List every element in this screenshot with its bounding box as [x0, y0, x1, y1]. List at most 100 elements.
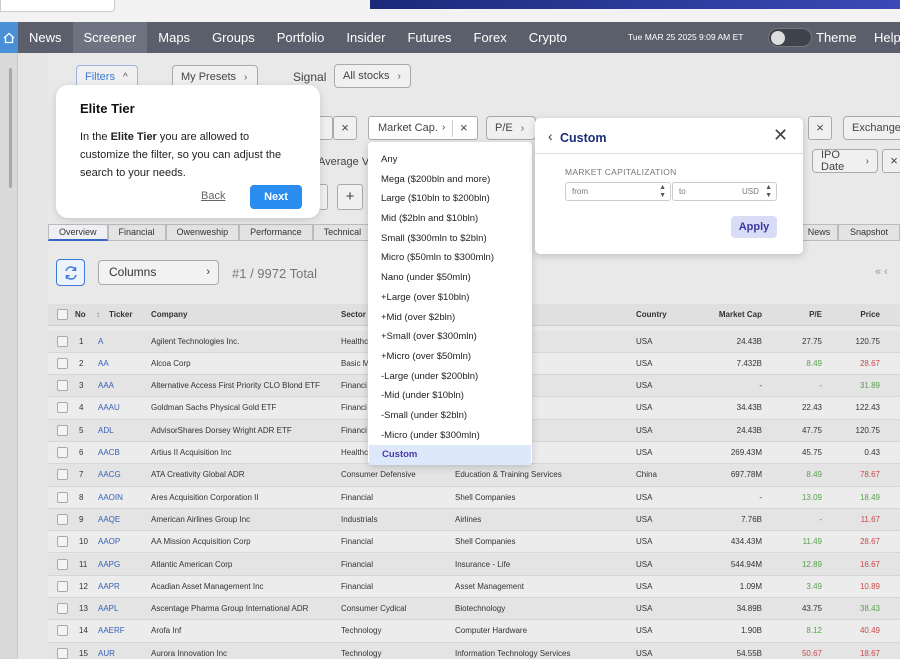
columns-button[interactable]: Columns › — [98, 260, 219, 285]
pe-filter[interactable]: P/E › — [486, 116, 536, 140]
theme-toggle[interactable] — [768, 28, 812, 47]
col-price[interactable]: Price — [849, 304, 880, 326]
row-ticker[interactable]: AACB — [98, 442, 120, 464]
row-checkbox[interactable] — [57, 558, 68, 570]
market-cap-filter[interactable]: Market Cap. › × — [368, 116, 478, 140]
market-cap-option[interactable]: -Small (under $2bln) — [368, 406, 532, 426]
close-icon[interactable]: × — [808, 116, 832, 140]
table-row[interactable]: 14 AAERF Arofa Inf Technology Computer Hardw… — [48, 620, 900, 643]
col-market-cap[interactable]: Market Cap — [688, 304, 762, 326]
signal-select[interactable]: All stocks › — [334, 64, 411, 88]
row-ticker[interactable]: AA — [98, 353, 109, 375]
row-checkbox[interactable] — [57, 491, 68, 503]
tab-performance[interactable]: Performance — [239, 224, 313, 241]
nav-item-crypto[interactable]: Crypto — [518, 22, 578, 53]
market-cap-option[interactable]: Small ($300mln to $2bln) — [368, 229, 532, 249]
table-row[interactable]: 11 AAPG Atlantic American Corp Financial Ins… — [48, 553, 900, 576]
row-ticker[interactable]: AAPG — [98, 554, 120, 576]
refresh-button[interactable] — [56, 259, 85, 286]
row-checkbox[interactable] — [57, 469, 68, 481]
tab-overview[interactable]: Overview — [48, 224, 108, 241]
row-ticker[interactable]: AAQE — [98, 509, 120, 531]
tooltip-back-link[interactable]: Back — [201, 190, 225, 202]
market-cap-option[interactable]: Micro ($50mln to $300mln) — [368, 248, 532, 268]
table-row[interactable]: 7 AACG ATA Creativity Global ADR Consumer D… — [48, 464, 900, 487]
col-country[interactable]: Country — [636, 304, 667, 326]
row-checkbox[interactable] — [57, 380, 68, 392]
row-ticker[interactable]: AAPL — [98, 598, 118, 620]
col-no[interactable]: No — [75, 304, 86, 326]
market-cap-option[interactable]: Mid ($2bln and $10bln) — [368, 209, 532, 229]
nav-item-futures[interactable]: Futures — [396, 22, 462, 53]
add-filter-button[interactable]: + — [337, 184, 363, 210]
market-cap-option[interactable]: Large ($10bln to $200bln) — [368, 189, 532, 209]
close-icon[interactable]: × — [333, 116, 357, 140]
nav-item-screener[interactable]: Screener — [72, 22, 148, 53]
theme-label[interactable]: Theme — [816, 22, 856, 53]
row-checkbox[interactable] — [57, 424, 68, 436]
col-company[interactable]: Company — [151, 304, 187, 326]
nav-item-portfolio[interactable]: Portfolio — [266, 22, 336, 53]
exchange-filter[interactable]: Exchange — [843, 116, 900, 140]
market-cap-option[interactable]: +Small (over $300mln) — [368, 327, 532, 347]
row-checkbox[interactable] — [57, 625, 68, 637]
row-ticker[interactable]: AAPR — [98, 576, 120, 598]
tab-ownership[interactable]: Owenweship — [165, 224, 240, 241]
stepper-icon[interactable]: ▲ ▼ — [765, 183, 772, 200]
market-cap-option[interactable]: Nano (under $50mln) — [368, 268, 532, 288]
market-cap-option[interactable]: Mega ($200bln and more) — [368, 170, 532, 190]
close-icon[interactable]: × — [882, 149, 900, 173]
promo-banner[interactable] — [370, 0, 900, 9]
col-sector[interactable]: Sector — [341, 304, 366, 326]
chevron-left-icon[interactable]: ‹ — [548, 128, 553, 144]
avg-volume-label[interactable]: Average Vo — [318, 156, 375, 168]
nav-item-insider[interactable]: Insider — [335, 22, 396, 53]
table-row[interactable]: 12 AAPR Acadian Asset Management Inc Financ… — [48, 575, 900, 599]
market-cap-option[interactable]: +Micro (over $50mln) — [368, 347, 532, 367]
nav-item-news[interactable]: News — [18, 22, 73, 53]
market-cap-option[interactable]: Any — [368, 150, 532, 170]
filter-pill-edge[interactable] — [318, 116, 333, 140]
row-checkbox[interactable] — [57, 357, 68, 369]
table-row[interactable]: 10 AAOP AA Mission Acquisition Corp Financi… — [48, 531, 900, 554]
row-ticker[interactable]: AAOIN — [98, 487, 123, 509]
rail-scrollbar[interactable] — [9, 68, 12, 188]
ipo-date-filter[interactable]: IPO Date › — [812, 149, 878, 173]
row-ticker[interactable]: AACG — [98, 464, 121, 486]
market-cap-option[interactable]: +Large (over $10bln) — [368, 288, 532, 308]
tab-news[interactable]: News — [800, 224, 838, 241]
row-checkbox[interactable] — [57, 513, 68, 525]
table-row[interactable]: 15 AUR Aurora Innovation Inc Technology Info… — [48, 642, 900, 659]
row-checkbox[interactable] — [57, 603, 68, 615]
market-cap-option[interactable]: Custom — [369, 445, 531, 465]
nav-item-forex[interactable]: Forex — [463, 22, 518, 53]
col-pe[interactable]: P/E — [792, 304, 822, 326]
market-cap-option[interactable]: +Mid (over $2bln) — [368, 308, 532, 328]
table-row[interactable]: 8 AAOIN Ares Acquisition Corporation II Fin… — [48, 486, 900, 509]
row-ticker[interactable]: AAOP — [98, 531, 120, 553]
row-ticker[interactable]: ADL — [98, 420, 114, 442]
tab-financial[interactable]: Financial — [107, 224, 166, 241]
row-checkbox[interactable] — [57, 580, 68, 592]
row-checkbox[interactable] — [57, 447, 68, 458]
help-link[interactable]: Help — [874, 22, 900, 53]
market-cap-option[interactable]: -Mid (under $10bln) — [368, 386, 532, 406]
row-checkbox[interactable] — [57, 647, 68, 659]
close-icon[interactable]: × — [460, 117, 468, 139]
home-icon[interactable] — [0, 22, 18, 53]
close-icon[interactable]: ✕ — [773, 125, 788, 146]
nav-item-maps[interactable]: Maps — [147, 22, 201, 53]
nav-item-groups[interactable]: Groups — [201, 22, 266, 53]
to-input[interactable]: to USD ▲ ▼ — [672, 182, 777, 201]
row-ticker[interactable]: AAA — [98, 375, 114, 397]
search-box[interactable] — [0, 0, 115, 12]
sort-icon[interactable]: ↕ — [96, 304, 100, 326]
row-ticker[interactable]: AUR — [98, 643, 115, 659]
apply-button[interactable]: Apply — [731, 216, 777, 238]
select-all-checkbox[interactable] — [57, 309, 68, 320]
col-ticker[interactable]: Ticker — [109, 304, 132, 326]
tab-technical[interactable]: Technical — [312, 224, 373, 241]
row-ticker[interactable]: AAERF — [98, 620, 125, 642]
tooltip-next-button[interactable]: Next — [250, 185, 302, 209]
row-checkbox[interactable] — [57, 536, 68, 548]
